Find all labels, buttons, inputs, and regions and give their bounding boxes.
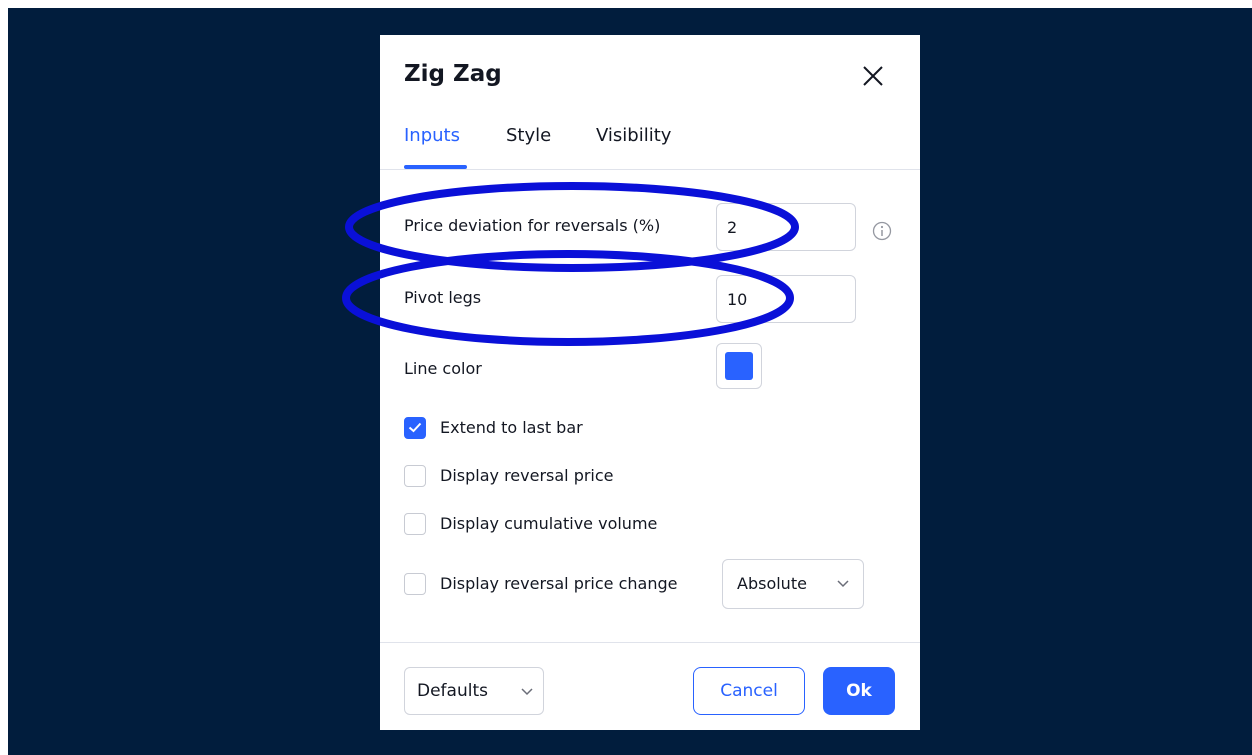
display-cumulative-volume-checkbox[interactable] xyxy=(404,513,426,535)
price-change-mode-select[interactable]: Absolute xyxy=(722,559,864,609)
tabs-divider xyxy=(380,169,920,170)
display-reversal-price-change-checkbox[interactable] xyxy=(404,573,426,595)
extend-last-bar-checkbox[interactable] xyxy=(404,417,426,439)
tab-style[interactable]: Style xyxy=(506,125,551,146)
dialog-title: Zig Zag xyxy=(404,61,502,87)
line-color-swatch xyxy=(725,352,753,380)
price-deviation-input[interactable] xyxy=(716,203,856,251)
footer-divider xyxy=(380,642,920,643)
chevron-down-icon xyxy=(521,688,533,696)
display-reversal-price-checkbox[interactable] xyxy=(404,465,426,487)
display-reversal-price-label: Display reversal price xyxy=(440,466,614,485)
defaults-label: Defaults xyxy=(417,681,488,701)
defaults-dropdown[interactable]: Defaults xyxy=(404,667,544,715)
chevron-down-icon xyxy=(837,580,849,588)
display-reversal-price-change-label: Display reversal price change xyxy=(440,574,678,593)
tab-visibility[interactable]: Visibility xyxy=(596,125,671,146)
line-color-label: Line color xyxy=(404,359,482,378)
pivot-legs-label: Pivot legs xyxy=(404,288,482,307)
price-change-mode-value: Absolute xyxy=(737,574,807,593)
ok-button[interactable]: Ok xyxy=(823,667,895,715)
pivot-legs-input[interactable] xyxy=(716,275,856,323)
extend-last-bar-label: Extend to last bar xyxy=(440,418,583,437)
indicator-settings-dialog: Zig Zag Inputs Style Visibility Price de… xyxy=(380,35,920,730)
close-button[interactable] xyxy=(858,61,888,91)
check-icon xyxy=(408,422,422,433)
cancel-button[interactable]: Cancel xyxy=(693,667,805,715)
tab-inputs[interactable]: Inputs xyxy=(404,125,460,146)
price-deviation-label: Price deviation for reversals (%) xyxy=(404,216,661,235)
display-cumulative-volume-label: Display cumulative volume xyxy=(440,514,658,533)
close-icon xyxy=(863,66,883,86)
line-color-picker[interactable] xyxy=(716,343,762,389)
info-icon[interactable] xyxy=(872,221,892,241)
